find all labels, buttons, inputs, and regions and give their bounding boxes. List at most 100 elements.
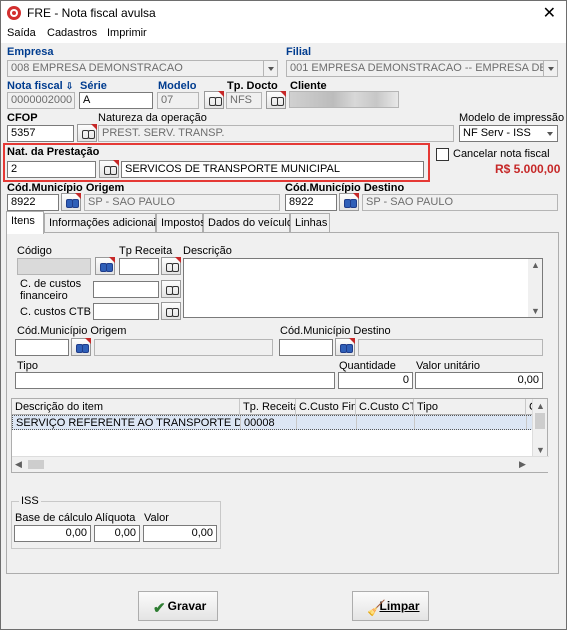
modelo-field[interactable]: 07 bbox=[157, 92, 199, 109]
modelo-lookup-icon[interactable] bbox=[204, 91, 224, 109]
nat-prestacao-code-field[interactable]: 2 bbox=[7, 161, 96, 178]
tab-dados-veiculo[interactable]: Dados do veículo bbox=[203, 213, 293, 233]
tp-receita-label: Tp Receita bbox=[119, 245, 173, 257]
nat-prestacao-lookup-icon[interactable] bbox=[99, 160, 119, 178]
main-window: FRE - Nota fiscal avulsa ✕ Saída Cadastr… bbox=[0, 0, 567, 630]
filial-select[interactable]: 001 EMPRESA DEMONSTRACAO -- EMPRESA DEMO… bbox=[286, 60, 558, 77]
tab-linhas[interactable]: Linhas bbox=[290, 213, 330, 233]
grid-vertical-scrollbar[interactable]: ▲ ▼ bbox=[532, 399, 547, 457]
chevron-down-icon bbox=[543, 61, 557, 76]
broom-icon: 🧹 bbox=[367, 600, 386, 617]
cell-tipo bbox=[415, 416, 527, 429]
menu-cadastros[interactable]: Cadastros bbox=[47, 27, 97, 39]
mun-origem-lookup-icon[interactable] bbox=[61, 193, 81, 211]
grid-header: Descrição do item Tp. Receita C.Custo Fi… bbox=[12, 399, 533, 415]
aliquota-label: Alíquota bbox=[95, 512, 136, 524]
tp-receita-lookup-icon[interactable] bbox=[161, 257, 181, 275]
itens-mun-destino-name[interactable] bbox=[358, 339, 543, 356]
itens-mun-origem-name[interactable] bbox=[94, 339, 273, 356]
valor-label: Valor bbox=[144, 512, 169, 524]
valor-field[interactable]: 0,00 bbox=[143, 525, 217, 542]
cc-fin-field[interactable] bbox=[93, 281, 159, 298]
mun-destino-name-field[interactable]: SP - SAO PAULO bbox=[362, 194, 558, 211]
itens-mun-destino-lookup-icon[interactable] bbox=[335, 338, 355, 356]
serie-field[interactable]: A bbox=[79, 92, 153, 109]
tp-docto-field[interactable]: NFS bbox=[226, 92, 262, 109]
modelo-label: Modelo bbox=[158, 80, 197, 92]
modelo-impressao-select[interactable]: NF Serv - ISS bbox=[459, 125, 558, 142]
itens-mun-origem-lookup-icon[interactable] bbox=[71, 338, 91, 356]
cfop-field[interactable]: 5357 bbox=[7, 125, 74, 142]
cc-ctb-label: C. custos CTB bbox=[20, 306, 91, 318]
descricao-label: Descrição bbox=[183, 245, 232, 257]
mun-destino-code-field[interactable]: 8922 bbox=[285, 194, 337, 211]
chevron-down-icon bbox=[263, 61, 277, 76]
tab-itens[interactable]: Itens bbox=[6, 211, 44, 234]
menu-imprimir[interactable]: Imprimir bbox=[107, 27, 147, 39]
col-ccusto-fin[interactable]: C.Custo Fin. bbox=[296, 399, 356, 415]
filial-value: 001 EMPRESA DEMONSTRACAO -- EMPRESA DEMO… bbox=[290, 62, 558, 74]
cell-ccusto-ctb bbox=[357, 416, 415, 429]
limpar-button[interactable]: 🧹 Limpar bbox=[352, 591, 429, 621]
cell-ccusto-fin bbox=[297, 416, 357, 429]
grid-horizontal-scrollbar[interactable]: ◀ ▶ bbox=[12, 456, 549, 472]
nat-prestacao-label: Nat. da Prestação bbox=[7, 146, 100, 158]
checkmark-icon: ✔ bbox=[153, 600, 166, 617]
nat-prestacao-desc-field[interactable]: SERVICOS DE TRANSPORTE MUNICIPAL bbox=[121, 161, 424, 178]
valor-unitario-field[interactable]: 0,00 bbox=[415, 372, 543, 389]
cancelar-checkbox[interactable] bbox=[436, 148, 449, 161]
menu-bar: Saída Cadastros Imprimir bbox=[1, 25, 566, 43]
itens-mun-destino-code[interactable] bbox=[279, 339, 333, 356]
cc-ctb-field[interactable] bbox=[93, 303, 159, 320]
tp-receita-field[interactable] bbox=[119, 258, 159, 275]
tab-informacoes-adicionais[interactable]: Informações adicionais bbox=[44, 213, 162, 233]
tipo-field[interactable] bbox=[15, 372, 335, 389]
base-calculo-label: Base de cálculo bbox=[15, 512, 93, 524]
col-descricao-item[interactable]: Descrição do item bbox=[12, 399, 240, 415]
scroll-thumb[interactable] bbox=[28, 460, 44, 469]
cancelar-label: Cancelar nota fiscal bbox=[453, 148, 550, 160]
title-bar: FRE - Nota fiscal avulsa ✕ bbox=[1, 1, 566, 25]
itens-mun-origem-label: Cód.Município Origem bbox=[17, 325, 127, 337]
iss-title: ISS bbox=[19, 495, 41, 507]
menu-saida[interactable]: Saída bbox=[7, 27, 36, 39]
app-logo-icon bbox=[7, 6, 21, 20]
cc-fin-label: C. de custos financeiro bbox=[20, 278, 82, 302]
descricao-textarea[interactable]: ▲ ▼ bbox=[183, 258, 543, 318]
mun-destino-lookup-icon[interactable] bbox=[339, 193, 359, 211]
tab-impostos[interactable]: Impostos bbox=[156, 213, 206, 233]
codigo-field[interactable] bbox=[17, 258, 91, 275]
gravar-label: Gravar bbox=[167, 599, 207, 613]
nota-fiscal-field[interactable]: 0000002000 bbox=[7, 92, 75, 109]
col-tipo[interactable]: Tipo bbox=[414, 399, 526, 415]
cc-ctb-lookup-icon[interactable] bbox=[161, 302, 181, 320]
modelo-impressao-label: Modelo de impressão bbox=[459, 112, 565, 124]
empresa-label: Empresa bbox=[7, 46, 54, 58]
itens-mun-origem-code[interactable] bbox=[15, 339, 69, 356]
close-icon[interactable]: ✕ bbox=[543, 3, 556, 23]
items-grid: Descrição do item Tp. Receita C.Custo Fi… bbox=[11, 398, 549, 473]
scroll-thumb[interactable] bbox=[535, 413, 545, 429]
mun-origem-name-field[interactable]: SP - SAO PAULO bbox=[84, 194, 280, 211]
tp-docto-lookup-icon[interactable] bbox=[266, 91, 286, 109]
empresa-value: 008 EMPRESA DEMONSTRACAO bbox=[11, 62, 183, 74]
codigo-lookup-icon[interactable] bbox=[95, 257, 115, 275]
natureza-field[interactable]: PREST. SERV. TRANSP. bbox=[98, 125, 454, 142]
col-ccusto-ctb[interactable]: C.Custo CTB bbox=[356, 399, 414, 415]
quantidade-field[interactable]: 0 bbox=[338, 372, 413, 389]
mun-origem-code-field[interactable]: 8922 bbox=[7, 194, 59, 211]
gravar-button[interactable]: ✔ Gravar bbox=[138, 591, 218, 621]
base-calculo-field[interactable]: 0,00 bbox=[14, 525, 91, 542]
descricao-scrollbar[interactable]: ▲ ▼ bbox=[528, 259, 542, 317]
cfop-label: CFOP bbox=[7, 112, 38, 124]
cc-fin-lookup-icon[interactable] bbox=[161, 280, 181, 298]
cliente-field-redacted[interactable] bbox=[289, 91, 399, 108]
cfop-lookup-icon[interactable] bbox=[77, 124, 97, 142]
itens-mun-destino-label: Cód.Município Destino bbox=[280, 325, 391, 337]
cell-tp-receita: 00008 bbox=[241, 416, 297, 429]
table-row[interactable]: SERVIÇO REFERENTE AO TRANSPORTE DE P... … bbox=[12, 415, 533, 430]
empresa-select[interactable]: 008 EMPRESA DEMONSTRACAO bbox=[7, 60, 278, 77]
aliquota-field[interactable]: 0,00 bbox=[94, 525, 140, 542]
window-title: FRE - Nota fiscal avulsa bbox=[27, 6, 156, 20]
col-tp-receita[interactable]: Tp. Receita bbox=[240, 399, 296, 415]
